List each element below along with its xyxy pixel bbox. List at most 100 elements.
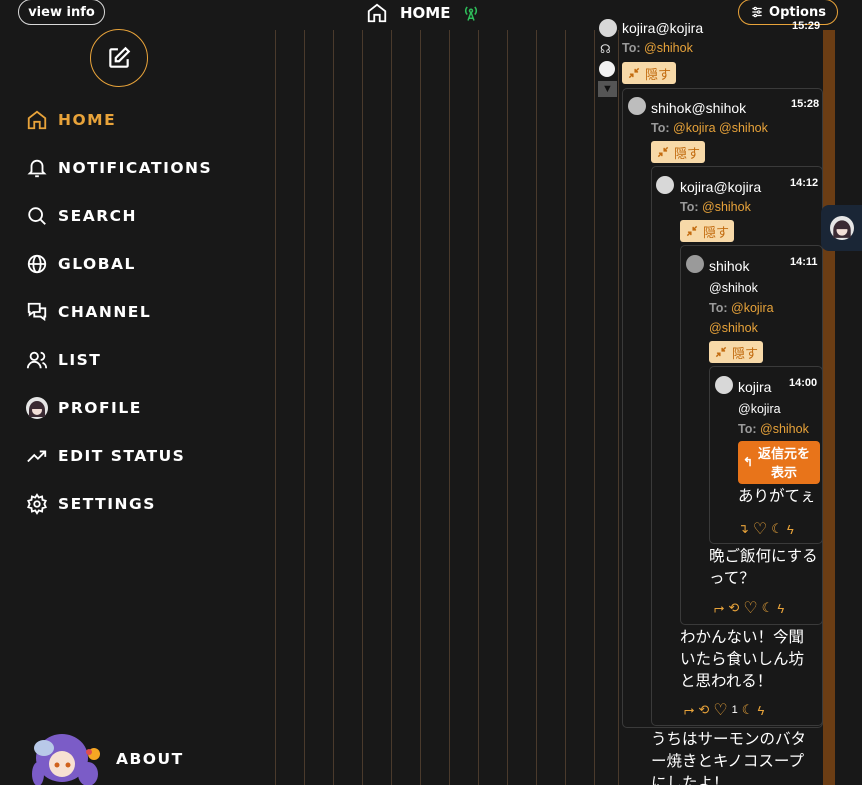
hide-button[interactable]: 隠す — [680, 220, 735, 242]
emoji-react-icon[interactable]: ☾ — [771, 521, 783, 537]
user-avatar[interactable] — [686, 255, 704, 273]
broadcast-icon: ☊ — [600, 42, 611, 56]
renote-icon[interactable]: ⟲ — [728, 600, 739, 616]
sidebar-item-notifications[interactable]: NOTIFICATIONS — [26, 156, 212, 180]
note-recipients: To: @shihok — [738, 422, 809, 436]
chat-bubbles-icon — [26, 301, 48, 323]
note-handle[interactable]: @kojira — [738, 402, 781, 416]
note-time[interactable]: 15:29 — [792, 20, 820, 32]
timeline-divider — [391, 30, 392, 785]
like-icon[interactable]: ♡ — [753, 519, 767, 539]
note-author[interactable]: kojira — [738, 379, 771, 395]
note-author[interactable]: kojira@kojira — [680, 179, 761, 195]
note-actions: ↴ ♡ ☾ ϟ — [738, 519, 794, 539]
sidebar-item-settings[interactable]: SETTINGS — [26, 492, 156, 516]
hide-button[interactable]: 隠す — [622, 62, 677, 84]
sidebar-item-label: PROFILE — [58, 399, 142, 417]
to-label: To: — [651, 121, 670, 135]
reply-icon[interactable]: ⮣ — [714, 600, 724, 616]
mention-link[interactable]: @shihok — [702, 200, 751, 214]
sidebar-item-edit-status[interactable]: EDIT STATUS — [26, 444, 185, 468]
user-avatar[interactable] — [599, 19, 617, 37]
zap-icon[interactable]: ϟ — [757, 703, 764, 718]
zap-icon[interactable]: ϟ — [777, 601, 784, 616]
users-icon — [26, 349, 48, 371]
timeline-divider — [420, 30, 421, 785]
mention-link[interactable]: @kojira @shihok — [673, 121, 768, 135]
collapse-icon — [715, 346, 727, 358]
about-link[interactable]: ABOUT — [32, 730, 184, 785]
note-time[interactable]: 14:12 — [790, 177, 818, 189]
avatar-icon — [26, 397, 48, 419]
like-count: 1 — [731, 704, 738, 716]
mention-link[interactable]: @shihok — [644, 41, 693, 55]
sidebar-item-label: SETTINGS — [58, 495, 156, 513]
note-text: ありがてぇ — [738, 488, 816, 505]
user-avatar[interactable] — [656, 176, 674, 194]
like-icon[interactable]: ♡ — [713, 700, 727, 720]
about-label: ABOUT — [116, 750, 184, 768]
timeline-divider — [362, 30, 363, 785]
show-reply-source-button[interactable]: ↰ 返信元を表示 — [738, 441, 820, 484]
user-avatar-icon — [829, 216, 854, 240]
home-icon — [367, 3, 387, 23]
sidebar-item-global[interactable]: GLOBAL — [26, 252, 136, 276]
collapse-icon — [686, 225, 698, 237]
note-recipients: To: @shihok — [622, 41, 693, 55]
expand-down-icon[interactable]: ▼ — [598, 81, 617, 97]
column-title: HOME — [400, 4, 451, 22]
collapse-icon — [628, 67, 640, 79]
sidebar-item-home[interactable]: HOME — [26, 108, 116, 132]
reply-icon[interactable]: ↴ — [738, 521, 749, 537]
globe-icon — [26, 253, 48, 275]
zap-icon[interactable]: ϟ — [787, 522, 794, 537]
note-time[interactable]: 14:00 — [789, 377, 817, 389]
sidebar-item-list[interactable]: LIST — [26, 348, 101, 372]
view-info-button[interactable]: view info — [18, 0, 105, 25]
timeline-divider — [594, 30, 595, 785]
sidebar-item-label: NOTIFICATIONS — [58, 159, 213, 177]
note-author[interactable]: shihok@shihok — [651, 100, 746, 116]
note-recipients: To: @shihok — [680, 200, 751, 214]
timeline-scrollbar[interactable] — [823, 30, 835, 785]
emoji-react-icon[interactable]: ☾ — [762, 600, 774, 616]
antenna-live-icon — [465, 6, 478, 21]
user-avatar[interactable] — [715, 376, 733, 394]
compose-button[interactable] — [90, 29, 148, 87]
bell-icon — [26, 157, 48, 179]
note-handle[interactable]: @shihok — [709, 281, 758, 295]
hide-button[interactable]: 隠す — [709, 341, 764, 363]
mascot-image — [32, 734, 100, 785]
to-label: To: — [622, 41, 641, 55]
to-label: To: — [709, 301, 728, 315]
note-author[interactable]: kojira@kojira — [622, 20, 703, 36]
user-avatar[interactable] — [628, 97, 646, 115]
timeline-divider — [507, 30, 508, 785]
mention-link[interactable]: @shihok — [709, 321, 758, 335]
mention-link[interactable]: @kojira — [731, 301, 774, 315]
timeline-divider — [304, 30, 305, 785]
note-author[interactable]: shihok — [709, 258, 749, 274]
sidebar-item-channel[interactable]: CHANNEL — [26, 300, 151, 324]
options-label: Options — [769, 4, 826, 20]
emoji-react-icon[interactable]: ☾ — [742, 702, 754, 718]
account-switch-avatar[interactable] — [821, 205, 862, 251]
renote-icon[interactable]: ⟲ — [698, 702, 709, 718]
sliders-icon — [752, 6, 762, 18]
mention-link[interactable]: @shihok — [760, 422, 809, 436]
like-icon[interactable]: ♡ — [743, 598, 757, 618]
sidebar-item-search[interactable]: SEARCH — [26, 204, 137, 228]
note-time[interactable]: 15:28 — [791, 98, 819, 110]
options-button[interactable]: Options — [738, 0, 838, 25]
note-text: うちはサーモンのバター焼きとキノコスープにしたよ！ — [651, 731, 807, 785]
sidebar-item-profile[interactable]: PROFILE — [26, 396, 142, 420]
sidebar-item-label: CHANNEL — [58, 303, 152, 321]
sidebar-item-label: SEARCH — [58, 207, 138, 225]
timeline-divider — [478, 30, 479, 785]
hide-button[interactable]: 隠す — [651, 141, 706, 163]
note-time[interactable]: 14:11 — [790, 256, 818, 268]
timeline-divider — [618, 30, 619, 785]
reply-icon[interactable]: ⮣ — [684, 702, 694, 718]
note-actions: ⮣ ⟲ ♡ 1 ☾ ϟ — [684, 700, 764, 720]
note-text: わかんない！今聞いたら食いしん坊と思われる！ — [680, 629, 805, 690]
